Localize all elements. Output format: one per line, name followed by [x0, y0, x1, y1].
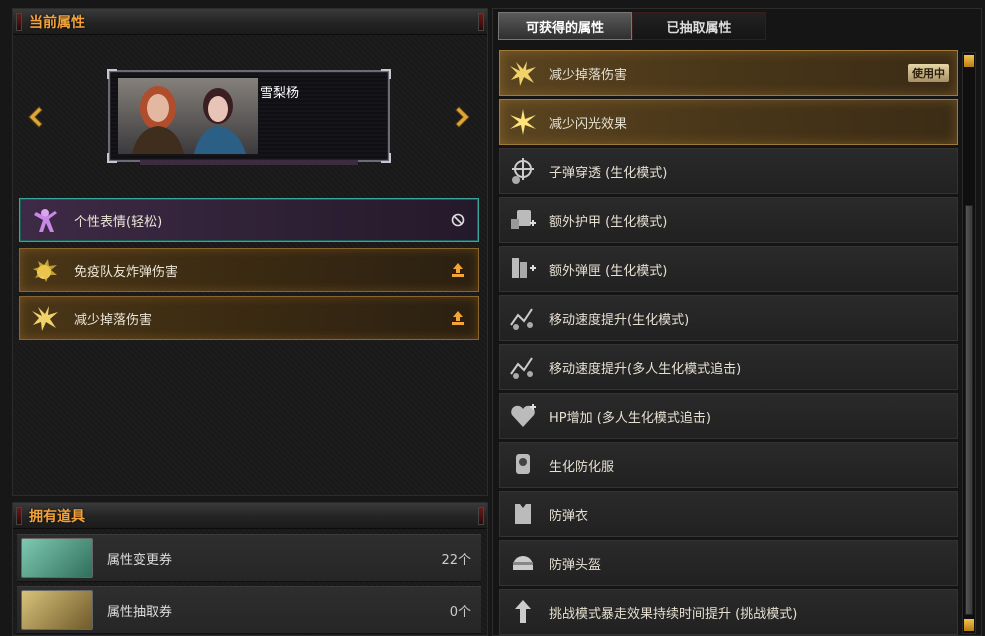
in-use-badge: 使用中: [908, 64, 949, 82]
character-card[interactable]: 雪梨杨: [107, 69, 391, 165]
next-character-button[interactable]: [450, 104, 476, 130]
current-attributes-title: 当前属性: [29, 14, 85, 31]
fall-damage-icon: [28, 301, 62, 335]
item-count: 22个: [441, 552, 471, 568]
attribute-row[interactable]: 移动速度提升(多人生化模式追击): [499, 344, 958, 390]
chevron-left-icon: [28, 106, 43, 128]
flash-icon: [506, 105, 540, 139]
item-name: 属性变更券: [107, 552, 173, 568]
item-name: 属性抽取券: [107, 604, 173, 620]
crosshair-icon: [506, 154, 540, 188]
character-name: 雪梨杨: [260, 86, 300, 101]
tab-extracted-attributes[interactable]: 已抽取属性: [632, 12, 766, 40]
character-portrait: [118, 78, 258, 154]
hp-icon: [506, 399, 540, 433]
item-row-change-ticket[interactable]: 属性变更券 22个: [17, 534, 481, 582]
attribute-row[interactable]: 防弹衣: [499, 491, 958, 537]
owned-items-title: 拥有道具: [29, 508, 85, 525]
attribute-row[interactable]: HP增加 (多人生化模式追击): [499, 393, 958, 439]
attribute-row[interactable]: 额外弹匣 (生化模式): [499, 246, 958, 292]
attribute-slot-3[interactable]: 减少掉落伤害: [19, 296, 479, 340]
attribute-label: 额外护甲 (生化模式): [549, 214, 668, 230]
scroll-down-button[interactable]: [964, 619, 974, 631]
attribute-row[interactable]: 减少掉落伤害 使用中: [499, 50, 958, 96]
extract-ticket-thumbnail: [21, 590, 93, 630]
attribute-label: 减少掉落伤害: [549, 67, 628, 83]
prev-character-button[interactable]: [22, 104, 48, 130]
speed-icon: [506, 301, 540, 335]
attribute-label: 移动速度提升(生化模式): [549, 312, 690, 328]
attribute-label: 防弹衣: [549, 508, 589, 524]
current-attributes-header: 当前属性: [13, 9, 487, 35]
scrollbar[interactable]: [962, 52, 976, 634]
attribute-row[interactable]: 移动速度提升(生化模式): [499, 295, 958, 341]
speed-icon: [506, 350, 540, 384]
attribute-row[interactable]: 挑战模式暴走效果持续时间提升 (挑战模式): [499, 589, 958, 635]
bomb-immunity-icon: [28, 253, 62, 287]
attribute-label: 子弹穿透 (生化模式): [549, 165, 668, 181]
armor-plus-icon: [506, 203, 540, 237]
attribute-label: 移动速度提升(多人生化模式追击): [549, 361, 742, 377]
attribute-slot-label: 减少掉落伤害: [74, 312, 153, 328]
scrollbar-thumb[interactable]: [965, 205, 973, 615]
emote-icon: [28, 203, 62, 237]
attribute-row[interactable]: 子弹穿透 (生化模式): [499, 148, 958, 194]
attribute-slot-label: 个性表情(轻松): [74, 214, 163, 230]
attribute-row[interactable]: 额外护甲 (生化模式): [499, 197, 958, 243]
arrow-up-icon: [506, 595, 540, 629]
attribute-row[interactable]: 减少闪光效果: [499, 99, 958, 145]
attribute-label: 挑战模式暴走效果持续时间提升 (挑战模式): [549, 606, 798, 622]
upload-icon[interactable]: [448, 308, 468, 328]
attribute-label: 生化防化服: [549, 459, 615, 475]
fall-damage-icon: [506, 56, 540, 90]
attribute-label: 防弹头盔: [549, 557, 602, 573]
attribute-label: 额外弹匣 (生化模式): [549, 263, 668, 279]
attribute-slot-label: 免疫队友炸弹伤害: [74, 264, 179, 280]
attribute-row[interactable]: 生化防化服: [499, 442, 958, 488]
item-count: 0个: [449, 604, 471, 620]
item-row-extract-ticket[interactable]: 属性抽取券 0个: [17, 586, 481, 634]
change-ticket-thumbnail: [21, 538, 93, 578]
magazine-icon: [506, 252, 540, 286]
scroll-up-button[interactable]: [964, 55, 974, 67]
vest-icon: [506, 497, 540, 531]
helmet-icon: [506, 546, 540, 580]
chevron-right-icon: [455, 106, 470, 128]
attribute-slot-1[interactable]: 个性表情(轻松): [19, 198, 479, 242]
attribute-label: 减少闪光效果: [549, 116, 628, 132]
owned-items-header: 拥有道具: [13, 503, 487, 529]
hazmat-icon: [506, 448, 540, 482]
tab-available-attributes[interactable]: 可获得的属性: [498, 12, 632, 40]
attribute-label: HP增加 (多人生化模式追击): [549, 410, 711, 426]
attribute-row[interactable]: 防弹头盔: [499, 540, 958, 586]
block-icon[interactable]: [448, 210, 468, 230]
upload-icon[interactable]: [448, 260, 468, 280]
attribute-slot-2[interactable]: 免疫队友炸弹伤害: [19, 248, 479, 292]
